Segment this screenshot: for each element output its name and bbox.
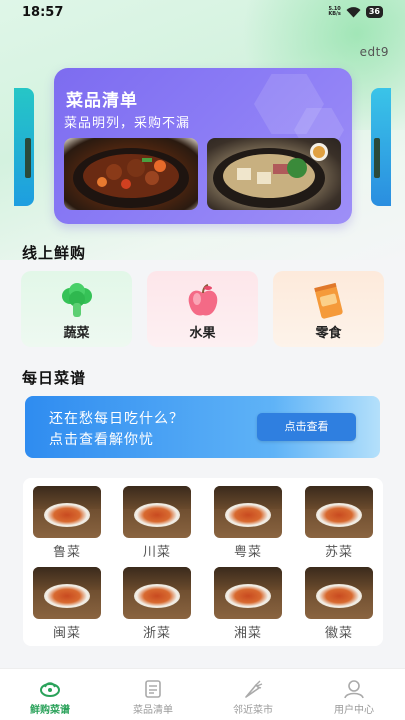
cuisine-thumbnail: [33, 567, 101, 619]
battery-icon: 36: [365, 6, 383, 18]
cuisine-thumbnail: [214, 486, 282, 538]
braised-beef-photo: [64, 138, 198, 210]
cuisine-name: 苏菜: [324, 545, 353, 560]
nav-item-nearby-market[interactable]: 邻近菜市: [213, 679, 293, 716]
cuisine-item-su[interactable]: 苏菜: [305, 486, 373, 560]
view-recipe-button[interactable]: 点击查看: [257, 413, 356, 441]
cuisine-name: 湘菜: [233, 626, 262, 641]
user-icon: [343, 679, 365, 699]
cuisine-item-hui[interactable]: 徽菜: [305, 567, 373, 641]
cuisine-thumbnail: [33, 486, 101, 538]
category-vegetables[interactable]: 蔬菜: [21, 271, 132, 347]
nav-item-dish-list[interactable]: 菜品清单: [113, 679, 193, 716]
section-title-daily-recipe: 每日菜谱: [22, 369, 87, 387]
carrot-icon: [242, 679, 264, 699]
hotpot-photo: [207, 138, 341, 210]
cuisine-grid: 鲁菜 川菜 粤菜 苏菜 闽菜 浙菜 湘菜 徽菜: [23, 478, 383, 646]
broccoli-icon: [57, 281, 97, 321]
cuisine-thumbnail: [123, 486, 191, 538]
nav-item-user-center[interactable]: 用户中心: [314, 679, 394, 716]
cuisine-thumbnail: [214, 567, 282, 619]
recipe-promo-banner[interactable]: 还在愁每日吃什么？ 点击查看解你忧 点击查看: [25, 396, 380, 458]
edit-label[interactable]: edt9: [360, 45, 389, 59]
cuisine-thumbnail: [123, 567, 191, 619]
network-speed: 5.10 KB/s: [328, 5, 341, 17]
dish-list-banner[interactable]: 菜品清单 菜品明列，采购不漏: [54, 68, 352, 224]
cuisine-item-yue[interactable]: 粤菜: [214, 486, 282, 560]
carousel-prev-slide[interactable]: [14, 88, 34, 206]
apple-icon: [183, 281, 223, 321]
snack-bag-icon: [309, 281, 349, 321]
category-label: 水果: [189, 326, 216, 341]
status-bar: 18:57 5.10 KB/s 36: [0, 0, 405, 26]
carousel-next-slide[interactable]: [371, 88, 391, 206]
cuisine-thumbnail: [305, 567, 373, 619]
cuisine-name: 浙菜: [142, 626, 171, 641]
category-snacks[interactable]: 零食: [273, 271, 384, 347]
cuisine-name: 鲁菜: [52, 545, 81, 560]
cuisine-name: 川菜: [142, 545, 171, 560]
status-icons: 5.10 KB/s 36: [328, 6, 383, 18]
banner-subtitle: 菜品明列，采购不漏: [64, 116, 191, 131]
nav-label: 邻近菜市: [233, 705, 273, 716]
cuisine-name: 闽菜: [52, 626, 81, 641]
category-label: 蔬菜: [63, 326, 90, 341]
cuisine-thumbnail: [305, 486, 373, 538]
promo-line2: 点击查看解你忧: [49, 432, 154, 448]
cuisine-name: 粤菜: [233, 545, 262, 560]
section-title-online-fresh: 线上鲜购: [22, 244, 87, 262]
cuisine-name: 徽菜: [324, 626, 353, 641]
category-fruits[interactable]: 水果: [147, 271, 258, 347]
wifi-icon: [346, 6, 361, 18]
nav-label: 鲜购菜谱: [30, 705, 70, 716]
cuisine-item-lu[interactable]: 鲁菜: [33, 486, 101, 560]
cuisine-item-chuan[interactable]: 川菜: [123, 486, 191, 560]
vegetable-basket-icon: [39, 679, 61, 699]
nav-item-fresh-recipes[interactable]: 鲜购菜谱: [10, 679, 90, 716]
nav-label: 用户中心: [334, 705, 374, 716]
bottom-nav: 鲜购菜谱 菜品清单 邻近菜市 用户中心: [0, 668, 405, 720]
category-label: 零食: [315, 326, 342, 341]
cuisine-item-xiang[interactable]: 湘菜: [214, 567, 282, 641]
cuisine-item-zhe[interactable]: 浙菜: [123, 567, 191, 641]
banner-title: 菜品清单: [66, 91, 138, 111]
cuisine-item-min[interactable]: 闽菜: [33, 567, 101, 641]
nav-label: 菜品清单: [133, 705, 173, 716]
status-time: 18:57: [22, 5, 64, 20]
list-icon: [142, 679, 164, 699]
promo-line1: 还在愁每日吃什么？: [49, 411, 184, 427]
